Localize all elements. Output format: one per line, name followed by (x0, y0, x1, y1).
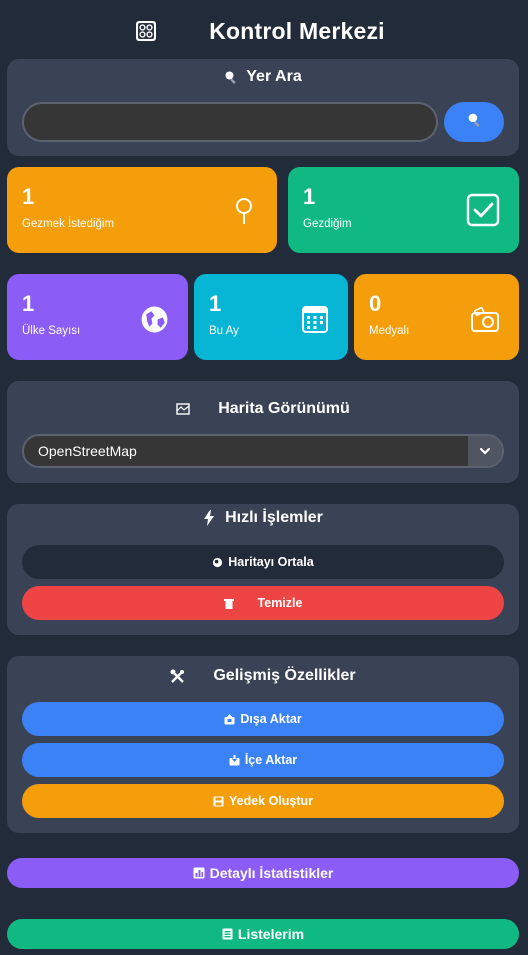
clear-label: Temizle (257, 596, 303, 610)
detailed-statistics-button[interactable]: Detaylı İstatistikler (7, 858, 519, 888)
import-label: İçe Aktar (244, 753, 298, 767)
camera-icon (470, 307, 500, 338)
pin-icon (233, 197, 255, 230)
advanced-features-title: Gelişmiş Özellikler (7, 667, 519, 685)
advanced-features-label: Gelişmiş Özellikler (213, 667, 356, 684)
tools-icon (170, 669, 185, 684)
stat-number: 1 (209, 291, 222, 316)
my-lists-label: Listelerim (237, 926, 305, 942)
export-icon (224, 713, 235, 725)
globe-icon (140, 305, 169, 339)
backup-label: Yedek Oluştur (228, 794, 314, 808)
stat-card-want-to-visit[interactable]: 1 Gezmek İstediğim (7, 167, 277, 253)
stat-number: 1 (22, 291, 35, 316)
quick-actions-title: Hızlı İşlemler (7, 509, 519, 527)
checkbox-icon (466, 193, 500, 232)
trash-icon (223, 598, 234, 609)
stat-card-media[interactable]: 0 Medyalı (354, 274, 519, 360)
save-icon (213, 796, 224, 807)
stat-label: Ülke Sayısı (22, 325, 81, 337)
search-button[interactable] (444, 102, 504, 142)
stat-card-visited[interactable]: 1 Gezdiğim (288, 167, 519, 253)
quick-actions-label: Hızlı İşlemler (225, 509, 323, 526)
stat-label: Gezmek İstediğim (22, 218, 115, 230)
center-map-label: Haritayı Ortala (228, 555, 314, 569)
target-icon (212, 557, 223, 568)
search-title-label: Yer Ara (246, 68, 302, 85)
center-map-button[interactable]: Haritayı Ortala (22, 545, 504, 579)
map-layer-value: OpenStreetMap (38, 443, 137, 459)
calendar-icon (301, 304, 329, 339)
magnifier-icon (224, 70, 238, 84)
stat-label: Gezdiğim (303, 218, 352, 230)
map-view-title: Harita Görünümü (7, 400, 519, 418)
map-view-label: Harita Görünümü (218, 400, 350, 417)
my-lists-button[interactable]: Listelerim (7, 919, 519, 949)
export-button[interactable]: Dışa Aktar (22, 702, 504, 736)
import-icon (229, 754, 240, 766)
search-input[interactable] (22, 102, 438, 142)
stat-label: Bu Ay (209, 325, 239, 337)
stat-card-countries[interactable]: 1 Ülke Sayısı (7, 274, 188, 360)
stat-number: 1 (303, 184, 316, 209)
map-icon (176, 403, 190, 415)
control-panel-icon (135, 20, 157, 42)
list-icon (222, 928, 233, 940)
page-header: Kontrol Merkezi (0, 14, 528, 48)
import-button[interactable]: İçe Aktar (22, 743, 504, 777)
page-title: Kontrol Merkezi (209, 17, 385, 44)
backup-button[interactable]: Yedek Oluştur (22, 784, 504, 818)
detailed-statistics-label: Detaylı İstatistikler (209, 865, 334, 881)
chart-icon (193, 867, 205, 879)
lightning-icon (203, 510, 215, 526)
stat-number: 0 (369, 291, 382, 316)
map-layer-select[interactable]: OpenStreetMap (22, 434, 504, 468)
chevron-down-icon[interactable] (468, 436, 502, 466)
export-label: Dışa Aktar (240, 712, 302, 726)
search-icon (467, 112, 482, 132)
stat-card-this-month[interactable]: 1 Bu Ay (194, 274, 348, 360)
clear-button[interactable]: Temizle (22, 586, 504, 620)
search-title: Yer Ara (7, 68, 519, 86)
stat-label: Medyalı (369, 325, 410, 337)
stat-number: 1 (22, 184, 35, 209)
